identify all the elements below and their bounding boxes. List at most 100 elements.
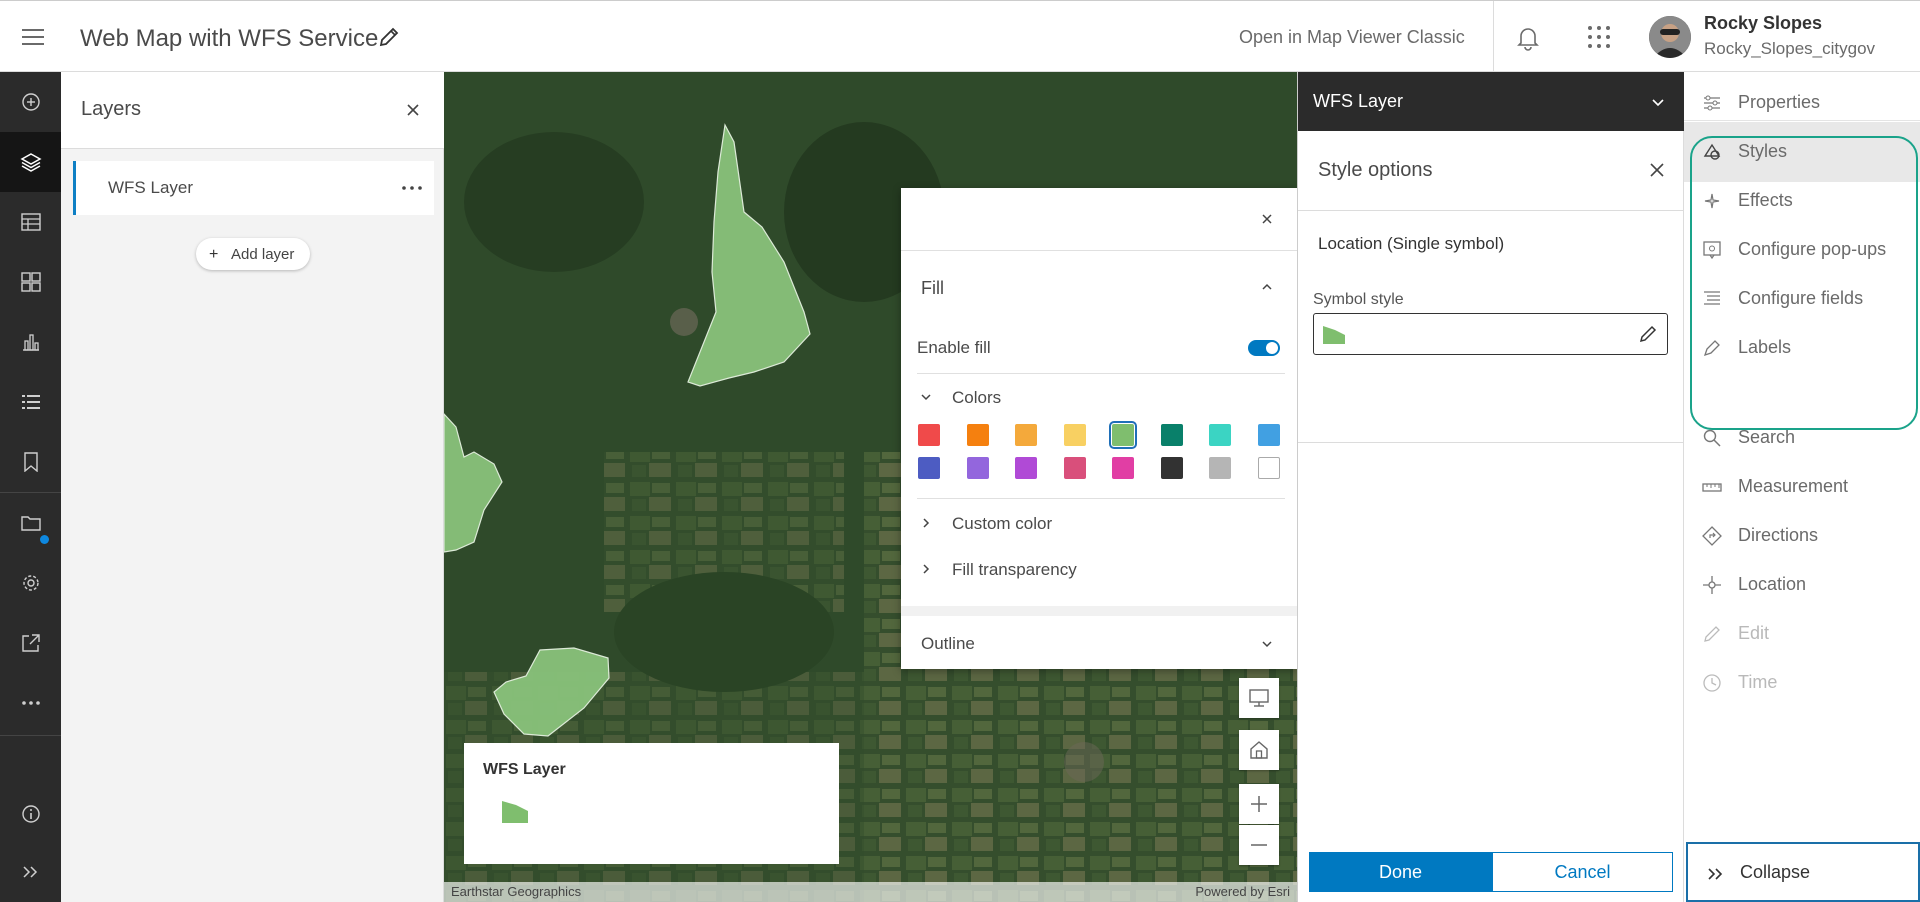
tool-label: Measurement [1738,476,1849,496]
color-swatch[interactable] [1209,424,1231,446]
color-swatch[interactable] [1160,424,1183,446]
table-icon[interactable] [0,192,61,252]
color-swatch[interactable] [1257,424,1280,446]
divider [917,373,1285,374]
notifications-bell-icon[interactable] [1514,23,1542,51]
color-swatch[interactable] [1257,457,1280,479]
edit-icon [1702,624,1722,644]
tools-divider [1684,120,1920,121]
color-swatch[interactable] [1112,457,1134,479]
layer-selector-header[interactable]: WFS Layer [1298,72,1685,131]
edit-title-pencil-icon[interactable] [377,25,401,49]
chevron-right-icon[interactable] [919,562,933,576]
charts-icon[interactable] [0,312,61,372]
chevron-down-icon[interactable] [1260,637,1274,651]
info-icon[interactable] [0,784,61,844]
outline-section-label[interactable]: Outline [921,634,975,654]
add-icon[interactable] [0,72,61,132]
expand-icon[interactable] [0,842,61,902]
custom-color-label[interactable]: Custom color [952,514,1052,534]
done-button[interactable]: Done [1309,852,1492,892]
color-swatch[interactable] [966,457,989,479]
ruler-icon [1702,477,1722,497]
pencil-icon[interactable] [1637,323,1659,345]
folder-icon[interactable] [0,493,61,553]
add-layer-label: Add layer [231,246,295,263]
map-attribution: Earthstar Geographics Powered by Esri [444,882,1297,902]
add-layer-button[interactable]: + Add layer [196,238,310,270]
notification-dot [40,535,49,544]
map-title: Web Map with WFS Service [80,25,379,52]
chevron-up-icon[interactable] [1260,280,1274,294]
clock-icon [1702,673,1722,693]
color-swatch[interactable] [918,457,940,479]
collapse-button[interactable]: Collapse [1686,842,1920,902]
settings-icon[interactable] [0,553,61,613]
color-swatch[interactable] [1160,457,1183,479]
color-swatch[interactable] [1015,457,1037,479]
layer-list-item[interactable]: WFS Layer [73,161,434,215]
tool-labels[interactable]: Labels [1684,318,1920,378]
close-icon[interactable] [1648,161,1666,179]
bookmark-icon[interactable] [0,432,61,492]
color-swatch[interactable] [918,424,940,446]
user-login: Rocky_Slopes_citygov [1704,39,1876,58]
style-options-panel: WFS Layer Style options Location (Single… [1297,72,1685,902]
attribution-source[interactable]: Earthstar Geographics [451,884,581,899]
colors-label[interactable]: Colors [952,388,1001,408]
tool-label: Styles [1738,141,1788,161]
app-launcher-grid-icon[interactable] [1585,23,1613,51]
color-swatch[interactable] [1109,421,1137,449]
zoom-in-icon[interactable] [1239,784,1279,824]
layers-icon[interactable] [0,132,61,192]
user-avatar[interactable] [1649,16,1691,58]
legend-icon[interactable] [0,372,61,432]
layer-options-ellipsis-icon[interactable] [400,178,424,198]
layer-name: WFS Layer [108,178,194,197]
fields-icon [1702,289,1722,309]
fill-section-label[interactable]: Fill [921,278,944,299]
color-swatch[interactable] [1063,424,1086,446]
color-swatch[interactable] [1015,424,1037,446]
layer-selector-label: WFS Layer [1313,91,1404,111]
color-swatch[interactable] [1209,457,1231,479]
zoom-out-icon[interactable] [1239,825,1279,865]
collapse-icon [1706,864,1726,884]
open-in-classic-link[interactable]: Open in Map Viewer Classic [1239,27,1465,48]
tool-label: Properties [1738,92,1821,112]
symbol-style-label: Symbol style [1313,291,1404,308]
hamburger-menu-icon[interactable] [20,24,48,50]
close-icon[interactable] [405,102,421,118]
fill-transparency-label[interactable]: Fill transparency [952,560,1077,580]
styles-icon [1702,142,1722,162]
close-icon[interactable] [1260,212,1274,226]
share-icon[interactable] [0,613,61,673]
home-icon[interactable] [1239,730,1279,770]
powered-by[interactable]: Powered by Esri [1195,884,1290,899]
more-icon[interactable] [0,673,61,733]
label-icon [1702,338,1722,358]
basemap-icon[interactable] [0,252,61,312]
layers-panel-title: Layers [81,98,142,120]
cancel-button[interactable]: Cancel [1492,852,1673,892]
collapse-label: Collapse [1740,862,1811,882]
user-name[interactable]: Rocky Slopes [1704,13,1822,34]
chevron-down-icon[interactable] [919,390,933,404]
crosshair-icon [1702,575,1722,595]
location-single-symbol-label: Location (Single symbol) [1318,234,1505,253]
search-icon [1702,428,1722,448]
color-swatch[interactable] [966,424,989,446]
map-legend: WFS Layer [464,743,839,864]
polygon-symbol-icon [1321,324,1347,346]
chevron-right-icon[interactable] [919,516,933,530]
screen-icon[interactable] [1239,678,1279,718]
symbol-style-field[interactable] [1313,313,1668,355]
legend-polygon-symbol [500,799,530,825]
enable-fill-label: Enable fill [917,338,991,357]
legend-title: WFS Layer [483,761,566,778]
enable-fill-toggle[interactable] [1248,340,1280,356]
tool-label: Effects [1738,190,1793,210]
divider [917,498,1285,499]
color-swatch[interactable] [1063,457,1086,479]
style-options-title: Style options [1318,159,1433,181]
